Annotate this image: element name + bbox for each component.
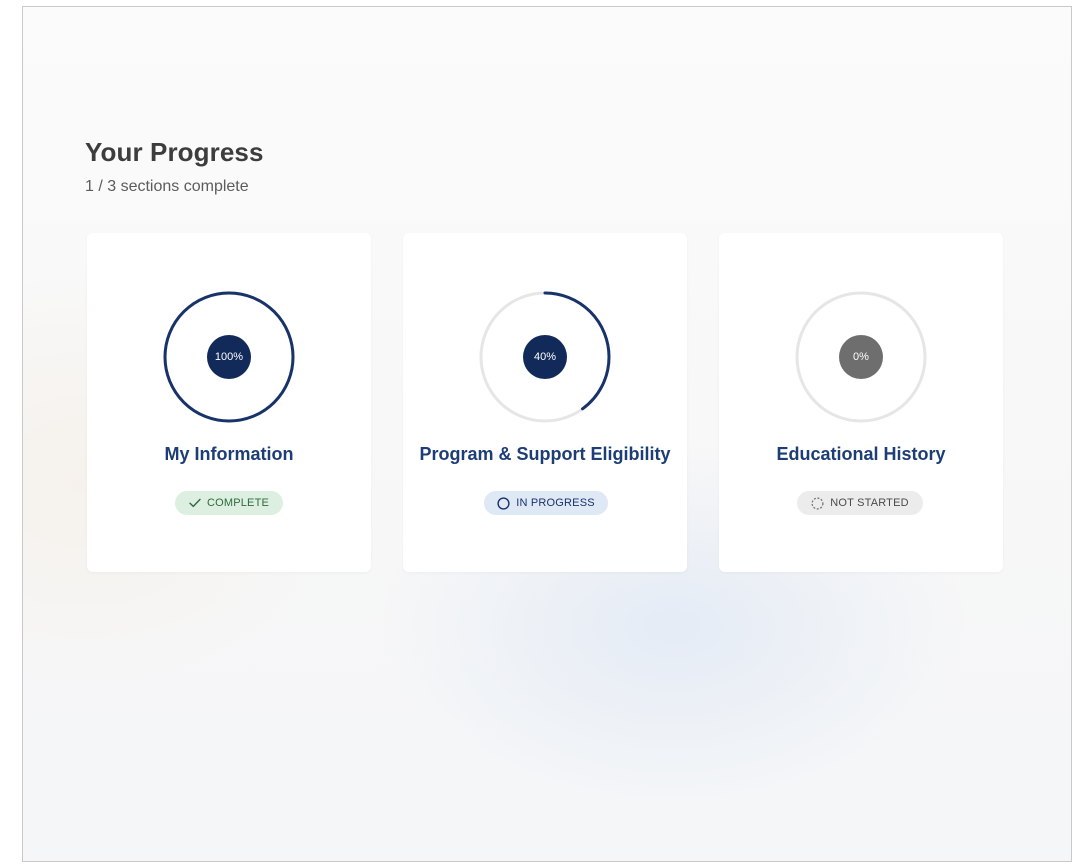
progress-summary: 1 / 3 sections complete: [85, 178, 249, 195]
status-label: COMPLETE: [206, 497, 270, 509]
percent-label: 100%: [207, 335, 251, 379]
dashed-circle-icon: [811, 496, 824, 510]
section-card-educational-history[interactable]: 0% Educational History NOT STARTED: [719, 233, 1003, 572]
section-card-my-information[interactable]: 100% My Information COMPLETE: [87, 233, 371, 572]
percent-label: 0%: [839, 335, 883, 379]
circle-outline-icon: [497, 496, 510, 510]
status-badge-not-started: NOT STARTED: [797, 491, 923, 515]
progress-page: Your Progress 1 / 3 sections complete 10…: [22, 6, 1072, 862]
progress-ring: 0%: [795, 291, 927, 423]
percent-label: 40%: [523, 335, 567, 379]
status-badge-in-progress: IN PROGRESS: [484, 491, 608, 515]
check-icon: [189, 498, 201, 508]
section-card-program-support-eligibility[interactable]: 40% Program & Support Eligibility IN PRO…: [403, 233, 687, 572]
section-title: My Information: [164, 444, 294, 464]
progress-ring: 40%: [479, 291, 611, 423]
section-title: Educational History: [776, 444, 946, 464]
status-badge-complete: COMPLETE: [175, 491, 283, 515]
status-label: NOT STARTED: [830, 497, 909, 509]
section-title: Program & Support Eligibility: [419, 444, 671, 464]
progress-ring: 100%: [163, 291, 295, 423]
status-label: IN PROGRESS: [516, 497, 595, 509]
page-title: Your Progress: [85, 137, 264, 167]
